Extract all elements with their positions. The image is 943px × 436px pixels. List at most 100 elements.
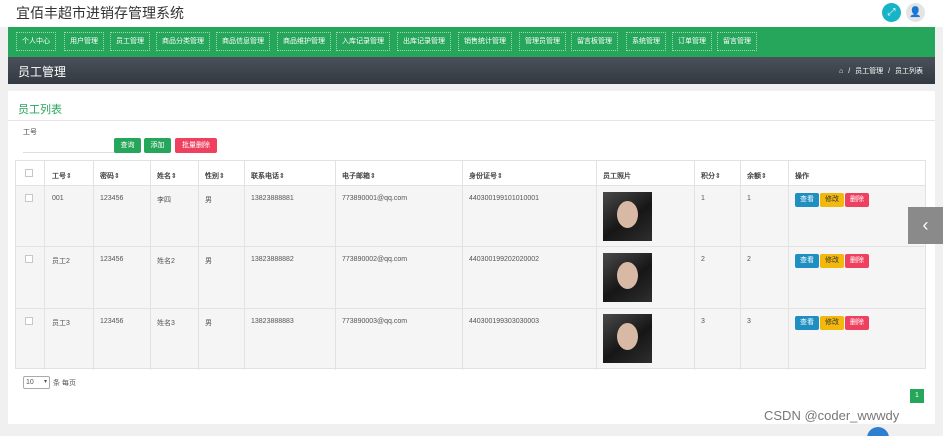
search-label: 工号 (23, 129, 37, 136)
watermark-text: CSDN @coder_wwwdy (764, 408, 900, 423)
nav-item-users[interactable]: 用户管理 (64, 32, 104, 51)
cell-name: 姓名3 (157, 320, 175, 327)
select-all-checkbox[interactable] (25, 169, 33, 177)
column-header-idcard[interactable]: 身份证号⇕ (469, 171, 503, 181)
nav-item-messages[interactable]: 留言管理 (717, 32, 757, 51)
cell-name: 李四 (157, 197, 171, 204)
column-divider (694, 161, 695, 370)
cell-password: 123456 (100, 195, 124, 202)
column-divider (788, 161, 789, 370)
cell-idcard: 440300199101010001 (469, 195, 540, 202)
cell-points: 3 (701, 318, 705, 325)
nav-item-stock-in[interactable]: 入库记录管理 (336, 32, 390, 51)
breadcrumb-level2: 员工列表 (895, 68, 923, 75)
nav-item-employees[interactable]: 员工管理 (110, 32, 150, 51)
delete-button[interactable]: 删除 (845, 254, 869, 268)
nav-item-sales-stats[interactable]: 销售统计管理 (458, 32, 512, 51)
cell-id: 员工2 (52, 258, 70, 265)
row-checkbox[interactable] (25, 194, 33, 202)
home-icon[interactable]: ⌂ (839, 68, 843, 75)
breadcrumb: ⌂ / 员工管理 / 员工列表 (836, 66, 923, 76)
nav-item-message-board[interactable]: 留言板管理 (571, 32, 618, 51)
page-size-select[interactable]: 10 ▾ (23, 376, 50, 389)
column-header-password[interactable]: 密码⇕ (100, 171, 120, 181)
column-divider (198, 161, 199, 370)
page-title: 员工管理 (18, 65, 67, 79)
edit-button[interactable]: 修改 (820, 193, 844, 207)
edit-button[interactable]: 修改 (820, 316, 844, 330)
delete-button[interactable]: 删除 (845, 193, 869, 207)
breadcrumb-level1[interactable]: 员工管理 (855, 68, 883, 75)
employee-photo[interactable] (603, 253, 652, 302)
panel-title: 员工列表 (18, 104, 62, 116)
nav-item-orders[interactable]: 订单管理 (672, 32, 712, 51)
cell-balance: 3 (747, 318, 751, 325)
divider (8, 120, 935, 121)
page-header: 员工管理 ⌂ / 员工管理 / 员工列表 (8, 57, 935, 84)
cell-phone: 13823888881 (251, 195, 294, 202)
search-button[interactable]: 查询 (114, 138, 141, 153)
nav-item-categories[interactable]: 商品分类管理 (156, 32, 210, 51)
column-divider (93, 161, 94, 370)
delete-button[interactable]: 删除 (845, 316, 869, 330)
cell-gender: 男 (205, 320, 212, 327)
cell-phone: 13823888882 (251, 256, 294, 263)
employee-photo[interactable] (603, 192, 652, 241)
edit-button[interactable]: 修改 (820, 254, 844, 268)
employee-photo[interactable] (603, 314, 652, 363)
cell-idcard: 440300199202020002 (469, 256, 540, 263)
column-header-balance[interactable]: 余额⇕ (747, 171, 767, 181)
column-header-gender[interactable]: 性别⇕ (205, 171, 225, 181)
chevron-left-icon[interactable]: ‹ (908, 207, 943, 244)
column-header-phone[interactable]: 联系电话⇕ (251, 171, 285, 181)
cell-points: 1 (701, 195, 705, 202)
column-header-email[interactable]: 电子邮箱⇕ (342, 171, 376, 181)
employee-list-panel: 员工列表 工号 查询 添加 批量删除 工号⇕ 密码⇕ 姓名⇕ 性别⇕ 联系电话⇕… (8, 91, 935, 424)
cell-idcard: 440300199303030003 (469, 318, 540, 325)
top-bar: 宜佰丰超市进销存管理系统 ⤢ 👤 (0, 0, 943, 27)
per-page-label: 条 每页 (53, 380, 76, 387)
cell-gender: 男 (205, 197, 212, 204)
expand-icon[interactable]: ⤢ (882, 3, 901, 22)
employee-table: 工号⇕ 密码⇕ 姓名⇕ 性别⇕ 联系电话⇕ 电子邮箱⇕ 身份证号⇕ 员工照片 积… (15, 160, 926, 370)
cell-gender: 男 (205, 258, 212, 265)
breadcrumb-separator: / (888, 68, 891, 75)
nav-item-personal-center[interactable]: 个人中心 (16, 32, 56, 51)
cell-password: 123456 (100, 256, 124, 263)
column-header-id[interactable]: 工号⇕ (52, 171, 72, 181)
column-divider (596, 161, 597, 370)
cell-email: 773890002@qq.com (342, 256, 408, 263)
bulk-delete-button[interactable]: 批量删除 (175, 138, 217, 153)
column-divider (740, 161, 741, 370)
scroll-top-button[interactable] (867, 427, 889, 436)
column-divider (244, 161, 245, 370)
main-nav: 个人中心 用户管理 员工管理 商品分类管理 商品信息管理 商品维护管理 入库记录… (8, 27, 935, 57)
view-button[interactable]: 查看 (795, 316, 819, 330)
column-divider (462, 161, 463, 370)
employee-id-search-input[interactable] (23, 137, 117, 153)
cell-name: 姓名2 (157, 258, 175, 265)
cell-id: 员工3 (52, 320, 70, 327)
column-divider (335, 161, 336, 370)
view-button[interactable]: 查看 (795, 254, 819, 268)
column-header-points[interactable]: 积分⇕ (701, 171, 721, 181)
nav-item-stock-out[interactable]: 出库记录管理 (397, 32, 451, 51)
column-divider (44, 161, 45, 370)
cell-balance: 2 (747, 256, 751, 263)
user-icon[interactable]: 👤 (906, 3, 925, 22)
nav-item-system[interactable]: 系统管理 (626, 32, 666, 51)
cell-email: 773890003@qq.com (342, 318, 408, 325)
breadcrumb-separator: / (848, 68, 851, 75)
row-checkbox[interactable] (25, 317, 33, 325)
pagination-page[interactable]: 1 (910, 389, 924, 403)
nav-item-products[interactable]: 商品信息管理 (216, 32, 270, 51)
cell-password: 123456 (100, 318, 124, 325)
nav-item-admins[interactable]: 管理员管理 (519, 32, 566, 51)
view-button[interactable]: 查看 (795, 193, 819, 207)
row-checkbox[interactable] (25, 255, 33, 263)
add-button[interactable]: 添加 (144, 138, 171, 153)
column-header-name[interactable]: 姓名⇕ (157, 171, 177, 181)
chevron-down-icon: ▾ (43, 379, 47, 385)
cell-balance: 1 (747, 195, 751, 202)
nav-item-maintenance[interactable]: 商品维护管理 (277, 32, 331, 51)
